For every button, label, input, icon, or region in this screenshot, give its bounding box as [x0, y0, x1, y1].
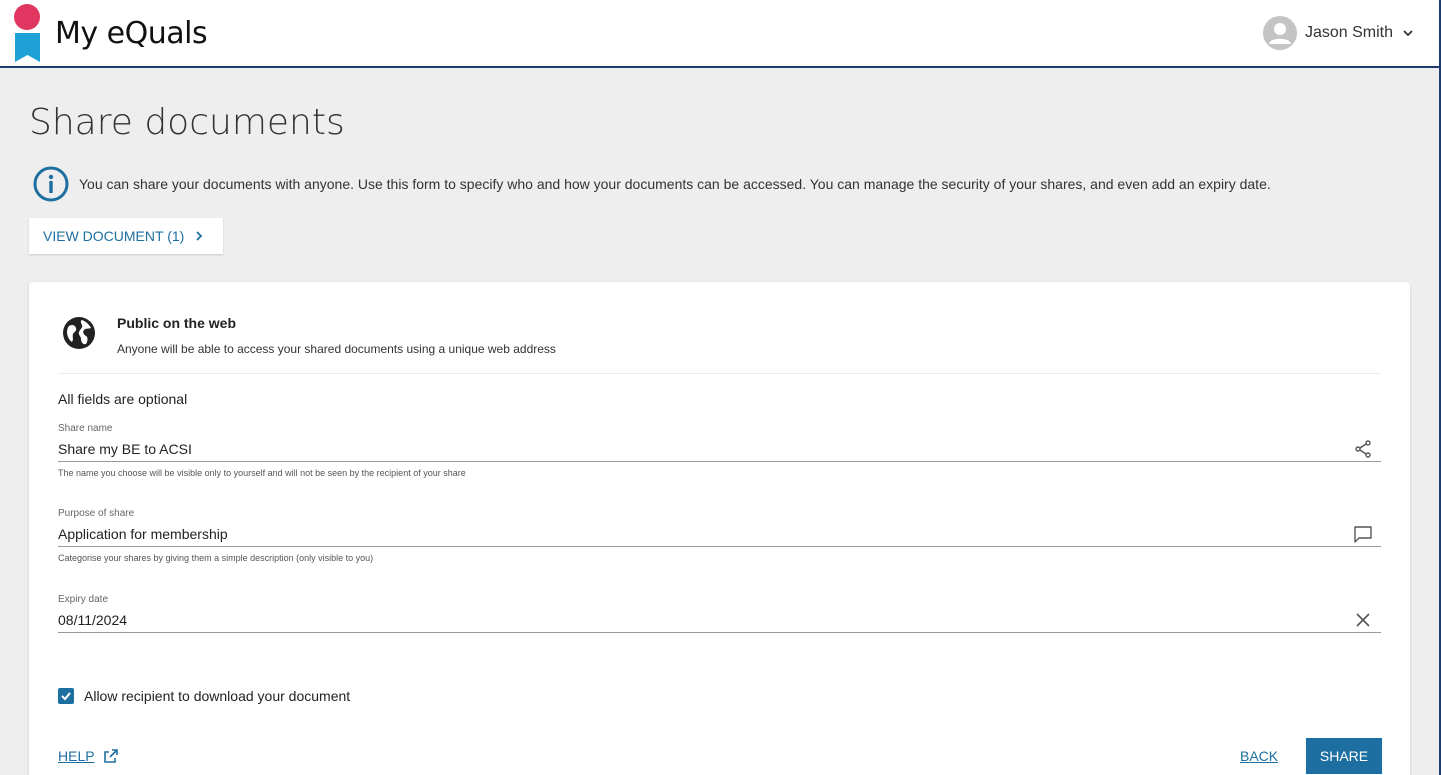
brand-name: My eQuals — [55, 16, 208, 51]
share-name-field: Share name The name you choose will be v… — [58, 423, 1381, 478]
user-avatar-icon — [1262, 16, 1297, 50]
chevron-down-icon — [1403, 30, 1413, 37]
share-icon[interactable] — [1353, 439, 1373, 459]
info-circle-icon — [33, 166, 69, 202]
info-banner: You can share your documents with anyone… — [33, 166, 1271, 202]
share-name-label: Share name — [58, 423, 113, 434]
logo-dot — [14, 4, 40, 30]
allow-download-label: Allow recipient to download your documen… — [84, 688, 351, 704]
my-equals-logo[interactable] — [14, 4, 42, 62]
share-mode-title: Public on the web — [117, 315, 237, 331]
purpose-input[interactable] — [58, 523, 1338, 545]
divider — [58, 373, 1381, 374]
purpose-hint: Categorise your shares by giving them a … — [58, 553, 374, 563]
share-mode-description: Anyone will be able to access your share… — [117, 342, 556, 356]
external-link-icon — [103, 749, 118, 763]
expiry-input[interactable] — [58, 609, 1338, 631]
help-link[interactable]: HELP — [58, 748, 119, 764]
purpose-label: Purpose of share — [58, 508, 135, 519]
globe-icon — [63, 317, 95, 349]
expiry-field: Expiry date — [58, 594, 1381, 633]
user-name: Jason Smith — [1304, 24, 1393, 41]
comment-icon — [1354, 526, 1372, 543]
top-bar: My eQuals Jason Smith — [0, 0, 1439, 68]
allow-download-checkbox[interactable]: Allow recipient to download your documen… — [58, 688, 350, 704]
close-icon[interactable] — [1353, 610, 1373, 630]
view-document-button[interactable]: VIEW DOCUMENT (1) — [29, 218, 223, 254]
user-menu[interactable]: Jason Smith — [1262, 16, 1415, 50]
view-document-label: VIEW DOCUMENT (1) — [43, 228, 185, 244]
help-label: HELP — [58, 748, 95, 764]
purpose-row — [58, 522, 1381, 547]
chevron-right-icon — [196, 231, 203, 241]
share-name-hint: The name you choose will be visible only… — [58, 468, 466, 478]
checkmark-icon — [61, 692, 71, 701]
page-title: Share documents — [29, 102, 345, 143]
share-name-input[interactable] — [58, 438, 1338, 460]
share-name-row — [58, 437, 1381, 462]
share-form-card: Public on the web Anyone will be able to… — [29, 282, 1410, 775]
info-text: You can share your documents with anyone… — [79, 176, 1271, 192]
optional-note: All fields are optional — [58, 391, 188, 407]
logo-bookmark — [15, 33, 40, 62]
back-button[interactable]: BACK — [1240, 748, 1278, 764]
checkbox-box[interactable] — [58, 688, 74, 704]
expiry-label: Expiry date — [58, 594, 109, 605]
expiry-row — [58, 608, 1381, 633]
purpose-field: Purpose of share Categorise your shares … — [58, 508, 1381, 563]
share-button[interactable]: SHARE — [1306, 738, 1382, 774]
